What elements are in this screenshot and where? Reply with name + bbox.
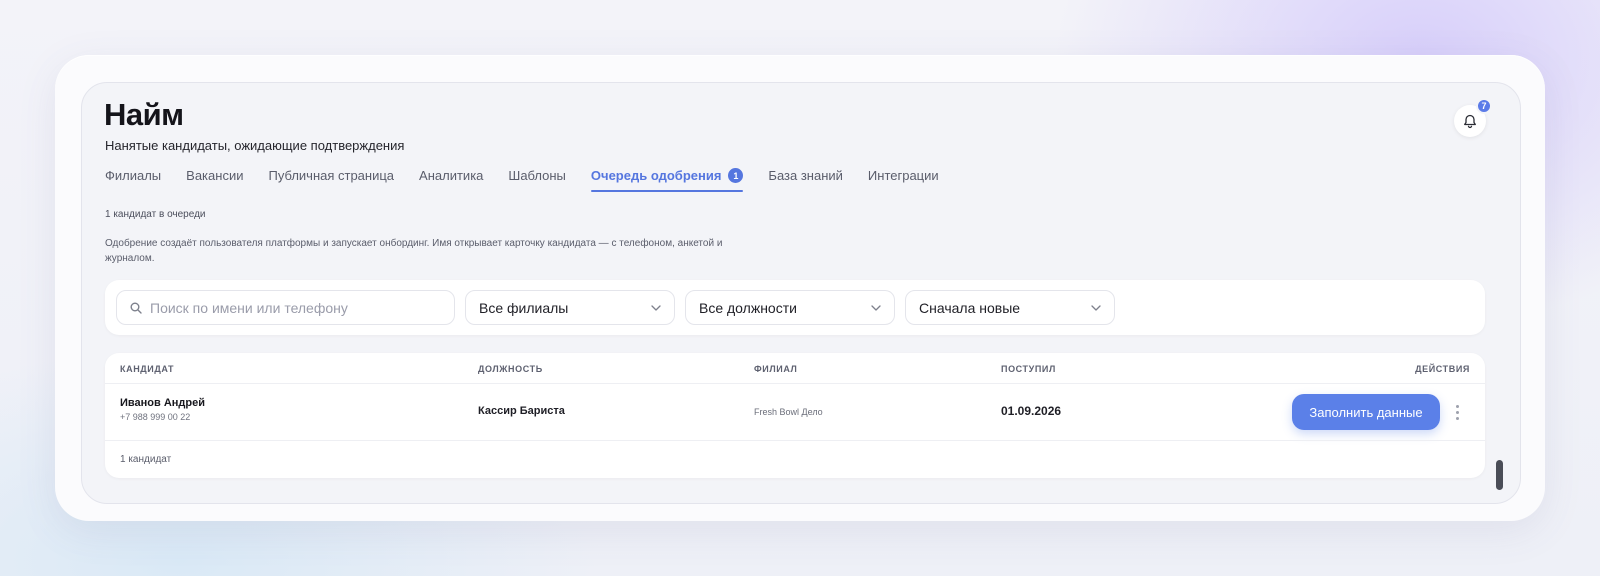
tab-knowledge-base[interactable]: База знаний [768,166,843,192]
branch-cell: Fresh Bowl Дело [754,407,823,417]
tab-public-page[interactable]: Публичная страница [268,166,394,192]
chevron-down-icon [871,304,881,311]
tab-label: Публичная страница [268,168,395,183]
sort-select-value: Сначала новые [919,299,1021,316]
tab-approval-queue[interactable]: Очередь одобрения 1 [590,166,744,192]
tab-count-badge: 1 [728,168,744,183]
candidate-name-link[interactable]: Иванов Андрей [120,397,205,409]
notifications-badge: 7 [1476,98,1492,114]
column-header-position: ДОЛЖНОСТЬ [478,364,543,374]
candidate-phone: +7 988 999 00 22 [120,412,191,422]
tab-label: Шаблоны [508,168,566,183]
position-cell: Кассир Бариста [478,405,565,417]
search-box [116,290,455,325]
tab-branches[interactable]: Филиалы [105,166,161,192]
tab-label: Интеграции [867,168,939,183]
page-title: Найм [104,97,184,132]
hiring-panel: Найм Нанятые кандидаты, ожидающие подтве… [81,82,1521,504]
tab-label: Аналитика [419,168,484,183]
scrollbar-thumb[interactable] [1496,460,1503,490]
app-window: Найм Нанятые кандидаты, ожидающие подтве… [55,55,1545,521]
candidates-table: КАНДИДАТ ДОЛЖНОСТЬ ФИЛИАЛ ПОСТУПИЛ ДЕЙСТ… [105,353,1485,478]
notifications-button[interactable]: 7 [1454,98,1492,137]
chevron-down-icon [651,304,661,311]
tab-integrations[interactable]: Интеграции [868,166,939,192]
header-divider [105,383,1485,384]
table-footer-count: 1 кандидат [120,454,172,465]
tab-vacancies[interactable]: Вакансии [186,166,243,192]
branch-select-value: Все филиалы [479,299,569,316]
page-subtitle: Нанятые кандидаты, ожидающие подтвержден… [105,138,405,153]
search-input[interactable] [150,299,450,316]
column-header-candidate: КАНДИДАТ [120,364,175,374]
search-icon [130,302,142,314]
tab-templates[interactable]: Шаблоны [508,166,566,192]
tab-label: Очередь одобрения [590,168,722,183]
branch-select[interactable]: Все филиалы [465,290,675,325]
column-header-actions: ДЕЙСТВИЯ [1415,364,1470,374]
tab-label: База знаний [768,168,843,183]
column-header-branch: ФИЛИАЛ [754,364,798,374]
tab-bar: Филиалы Вакансии Публичная страница Анал… [105,166,964,192]
queue-count-text: 1 кандидат в очереди [105,209,206,220]
more-vertical-icon[interactable] [1450,401,1464,423]
received-date-cell: 01.09.2026 [1001,404,1062,418]
sort-select[interactable]: Сначала новые [905,290,1115,325]
tab-label: Филиалы [105,168,162,183]
approval-help-text: Одобрение создаёт пользователя платформы… [105,238,723,264]
candidate-cell: Иванов Андрей +7 988 999 00 22 [120,397,205,422]
tab-label: Вакансии [186,168,244,183]
position-select[interactable]: Все должности [685,290,895,325]
bell-icon [1464,114,1476,128]
filter-panel: Все филиалы Все должности Сначала новые [105,280,1485,335]
tab-analytics[interactable]: Аналитика [419,166,483,192]
fill-data-button[interactable]: Заполнить данные [1292,394,1440,430]
chevron-down-icon [1091,304,1101,311]
position-select-value: Все должности [699,299,797,316]
column-header-received: ПОСТУПИЛ [1001,364,1056,374]
row-divider [105,440,1485,441]
